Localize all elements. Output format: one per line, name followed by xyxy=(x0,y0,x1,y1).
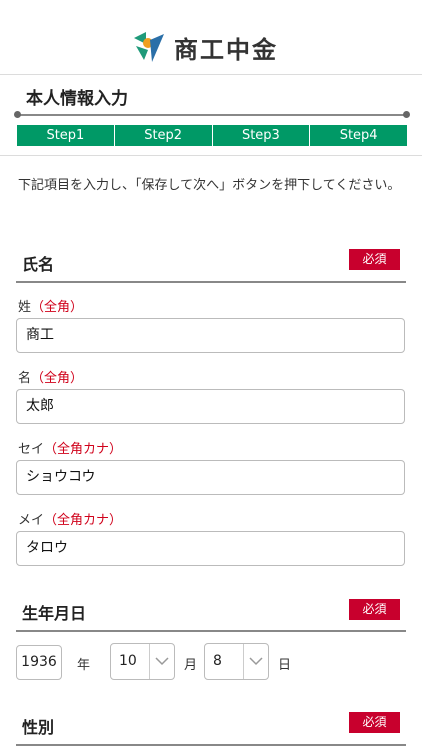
first-name-input[interactable]: 太郎 xyxy=(16,389,405,424)
last-name-label: 姓（全角） xyxy=(18,296,83,315)
year-unit: 年 xyxy=(77,658,91,673)
required-badge-name: 必須 xyxy=(349,249,400,270)
birth-day-select[interactable]: 8 xyxy=(204,643,269,680)
month-unit: 月 xyxy=(184,658,198,673)
last-name-kana-label: セイ（全角カナ） xyxy=(18,438,122,457)
step-4: Step4 xyxy=(309,125,407,146)
progress-end-dot xyxy=(403,111,410,118)
day-unit: 日 xyxy=(278,658,292,673)
first-name-kana-input[interactable]: タロウ xyxy=(16,531,405,566)
birth-day-value: 8 xyxy=(213,653,222,669)
first-name-kana-label: メイ（全角カナ） xyxy=(18,509,122,528)
gender-section-line xyxy=(16,744,406,746)
chevron-down-icon xyxy=(149,644,174,679)
birth-year-input[interactable]: 1936 xyxy=(16,645,62,680)
step-2: Step2 xyxy=(113,125,212,146)
first-name-kana-label-text: メイ xyxy=(18,513,45,528)
last-name-input[interactable]: 商工 xyxy=(16,318,405,353)
brand-name: 商工中金 xyxy=(174,36,278,64)
birth-month-select[interactable]: 10 xyxy=(110,643,175,680)
birth-section-title: 生年月日 xyxy=(22,604,87,623)
step-3: Step3 xyxy=(211,125,310,146)
chevron-down-icon xyxy=(243,644,268,679)
page-title: 本人情報入力 xyxy=(26,89,128,109)
first-name-note: （全角） xyxy=(31,371,84,386)
first-name-label: 名（全角） xyxy=(18,367,83,386)
last-name-label-text: 姓 xyxy=(18,300,32,315)
last-name-kana-note: （全角カナ） xyxy=(44,442,123,457)
first-name-label-text: 名 xyxy=(18,371,32,386)
header-separator xyxy=(0,155,422,156)
name-section-title: 氏名 xyxy=(22,255,55,274)
name-section-line xyxy=(16,281,406,283)
shokochukin-logo-icon xyxy=(134,32,164,62)
required-badge-gender: 必須 xyxy=(349,712,400,733)
gender-section-title: 性別 xyxy=(22,718,55,737)
last-name-note: （全角） xyxy=(31,300,84,315)
step-indicator: Step1 Step2 Step3 Step4 xyxy=(17,125,407,146)
birth-month-value: 10 xyxy=(119,653,137,669)
last-name-kana-input[interactable]: ショウコウ xyxy=(16,460,405,495)
progress-start-dot xyxy=(14,111,21,118)
instruction-text: 下記項目を入力し、「保存して次へ」ボタンを押下してください。 xyxy=(18,178,401,193)
last-name-kana-label-text: セイ xyxy=(18,442,45,457)
required-badge-birth: 必須 xyxy=(349,599,400,620)
progress-line xyxy=(17,114,407,116)
app-header: 商工中金 xyxy=(0,0,422,75)
first-name-kana-note: （全角カナ） xyxy=(44,513,123,528)
step-1: Step1 xyxy=(17,125,114,146)
birth-section-line xyxy=(16,630,406,632)
